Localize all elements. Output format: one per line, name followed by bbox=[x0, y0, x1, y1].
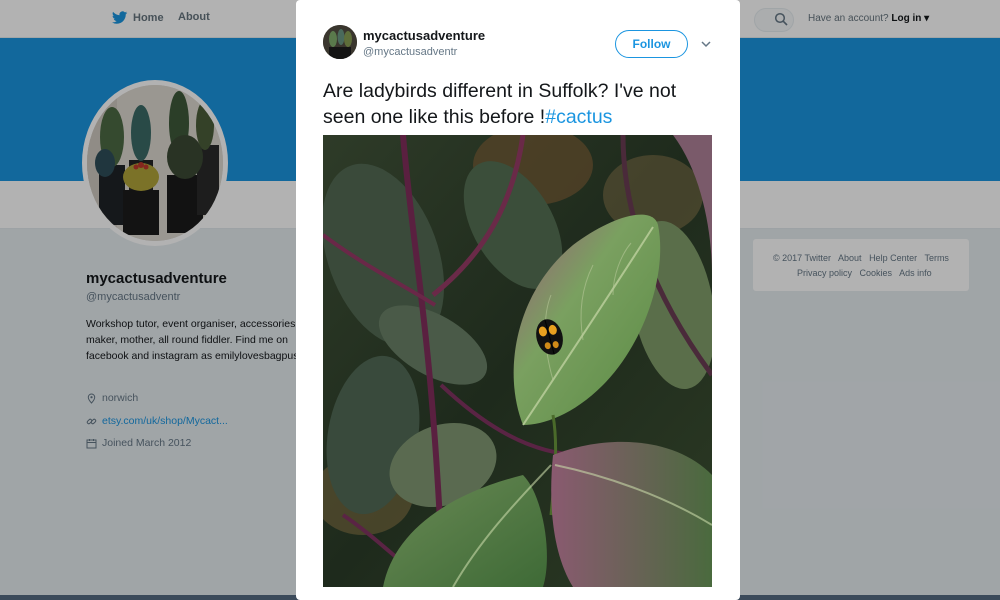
chevron-down-icon[interactable] bbox=[700, 38, 712, 50]
tweet-modal: mycactusadventure @mycactusadventr Follo… bbox=[296, 0, 740, 600]
tweet-author-avatar[interactable] bbox=[323, 25, 357, 59]
tweet-author-handle[interactable]: @mycactusadventr bbox=[363, 46, 457, 58]
tweet-text: Are ladybirds different in Suffolk? I've… bbox=[323, 78, 723, 130]
author-avatar-image bbox=[323, 25, 357, 59]
tweet-hashtag-link[interactable]: #cactus bbox=[545, 106, 612, 128]
tweet-photo[interactable] bbox=[323, 135, 712, 587]
tweet-author-name[interactable]: mycactusadventure bbox=[363, 28, 485, 43]
follow-button[interactable]: Follow bbox=[615, 30, 688, 58]
tweet-body: Are ladybirds different in Suffolk? I've… bbox=[323, 80, 677, 128]
ladybird-on-leaf-image bbox=[323, 135, 712, 587]
